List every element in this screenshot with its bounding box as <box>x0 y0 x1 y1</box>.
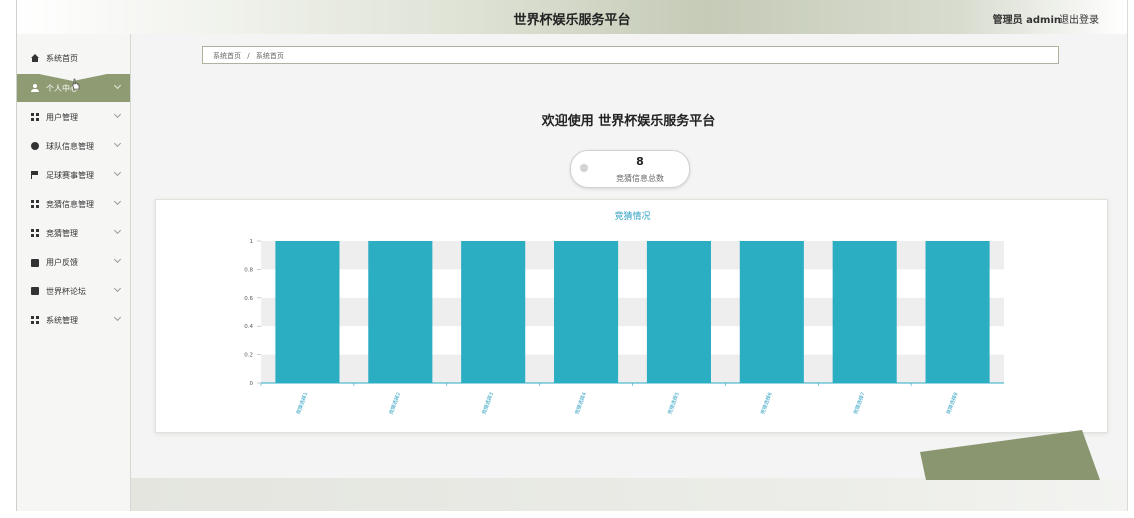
logout-link[interactable]: 退出登录 <box>1059 11 1099 26</box>
footer-strip <box>131 478 1127 511</box>
app-frame: 世界杯娱乐服务平台 管理员 admin 退出登录 系统首页 个人中心 用户管理 … <box>16 0 1128 511</box>
x-tick-label: 竞猜选择3 <box>481 391 496 415</box>
bar <box>368 241 433 383</box>
x-tick-label: 竞猜选择2 <box>388 391 403 415</box>
breadcrumb: 系统首页 / 系统首页 <box>202 46 1059 64</box>
sidebar-item-matches[interactable]: 足球赛事管理 <box>17 161 130 189</box>
user-icon <box>31 84 39 92</box>
sidebar-item-guess-info[interactable]: 竞猜信息管理 <box>17 190 130 218</box>
current-user-label: 管理员 admin <box>992 15 1061 26</box>
bar <box>275 241 340 383</box>
x-tick-label: 竞猜选择5 <box>666 391 681 415</box>
y-tick-label: 1 <box>250 239 254 245</box>
y-tick-label: 0 <box>250 381 254 387</box>
bar <box>832 241 897 383</box>
x-tick-label: 竞猜选择8 <box>945 391 960 415</box>
sidebar-item-home[interactable]: 系统首页 <box>17 44 130 72</box>
chart-title: 竞猜情况 <box>614 210 650 222</box>
stat-label: 竞猜信息总数 <box>616 174 664 183</box>
y-tick-label: 0.6 <box>244 296 253 302</box>
grid-icon <box>31 200 39 208</box>
bar <box>554 241 619 383</box>
breadcrumb-home-link[interactable]: 系统首页 <box>213 52 241 60</box>
flag-icon <box>31 171 39 179</box>
sidebar-item-forum[interactable]: 世界杯论坛 <box>17 277 130 305</box>
top-header: 世界杯娱乐服务平台 管理员 admin 退出登录 <box>17 0 1127 34</box>
grid-icon <box>31 113 39 121</box>
grid-icon <box>31 229 39 237</box>
bar <box>925 241 990 383</box>
stat-card-guess-total: 8 竞猜信息总数 <box>570 150 690 188</box>
x-tick-label: 竞猜选择7 <box>852 391 867 415</box>
app-title: 世界杯娱乐服务平台 <box>513 13 631 28</box>
bar <box>739 241 804 383</box>
y-tick-label: 0.8 <box>244 267 253 273</box>
sidebar-item-guess-manage[interactable]: 竞猜管理 <box>17 219 130 247</box>
x-tick-label: 竞猜选择1 <box>295 391 310 415</box>
hand-cursor-icon <box>72 78 80 90</box>
ball-icon <box>31 142 39 150</box>
sidebar-item-users[interactable]: 用户管理 <box>17 103 130 131</box>
x-tick-label: 竞猜选择6 <box>759 391 774 415</box>
stat-dot-icon <box>580 164 588 172</box>
bar <box>461 241 526 383</box>
breadcrumb-separator: / <box>247 52 250 60</box>
sidebar-item-profile[interactable]: 个人中心 <box>17 74 130 102</box>
sidebar-item-teams[interactable]: 球队信息管理 <box>17 132 130 160</box>
x-tick-label: 竞猜选择4 <box>573 391 588 415</box>
y-tick-label: 0.2 <box>244 353 253 359</box>
guess-chart-card: 竞猜情况 0 0.2 0.4 0.6 0.8 1 竞猜选择1 竞猜选择2 竞猜选择3 竞猜选择4 竞猜… <box>155 199 1108 433</box>
home-icon <box>31 54 39 62</box>
bar-chart: 竞猜情况 0 0.2 0.4 0.6 0.8 1 竞猜选择1 竞猜选择2 竞猜选择3 竞猜选择4 竞猜… <box>244 210 1004 415</box>
breadcrumb-current: 系统首页 <box>255 52 284 60</box>
sidebar-item-label: 系统首页 <box>46 53 78 63</box>
sidebar: 系统首页 个人中心 用户管理 球队信息管理 足球赛事管理 竞猜信息管理 竞猜管理… <box>17 34 131 511</box>
decorative-shape <box>920 430 1100 480</box>
bar <box>646 241 711 383</box>
thumbs-up-icon <box>31 259 39 267</box>
grid-icon <box>31 316 39 324</box>
sidebar-item-system[interactable]: 系统管理 <box>17 306 130 334</box>
stat-value: 8 <box>636 155 644 168</box>
y-tick-label: 0.4 <box>244 324 253 330</box>
sidebar-item-feedback[interactable]: 用户反馈 <box>17 248 130 276</box>
chat-icon <box>31 287 39 295</box>
welcome-heading: 欢迎使用 世界杯娱乐服务平台 <box>541 114 716 129</box>
